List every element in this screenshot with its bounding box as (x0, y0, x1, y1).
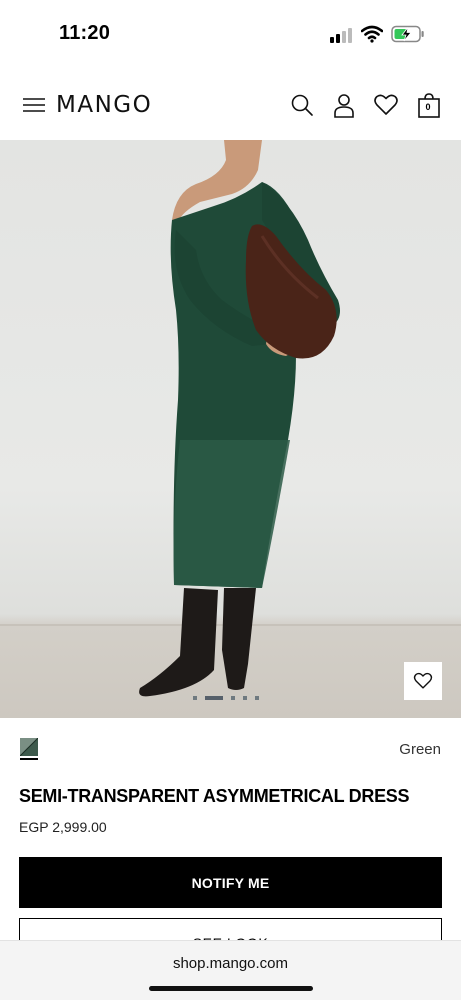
brand-logo[interactable]: MANGO (56, 92, 152, 118)
product-price: EGP 2,999.00 (19, 819, 107, 835)
gallery-dot-active[interactable] (205, 696, 223, 700)
battery-charging-icon (391, 25, 424, 43)
status-time: 11:20 (59, 22, 111, 44)
add-to-favorites-button[interactable] (404, 662, 442, 700)
product-photo (139, 140, 340, 697)
status-bar: 11:20 (0, 0, 461, 70)
color-swatch-green[interactable] (20, 738, 38, 756)
product-title: SEMI-TRANSPARENT ASYMMETRICAL DRESS (19, 786, 410, 806)
swatch-selected-indicator (20, 758, 38, 760)
wifi-icon (361, 25, 383, 43)
url-text[interactable]: shop.mango.com (0, 955, 461, 972)
browser-address-bar[interactable]: shop.mango.com (0, 940, 461, 1000)
notify-me-button[interactable]: NOTIFY ME (19, 857, 442, 908)
selected-color-name: Green (399, 741, 441, 758)
home-indicator (149, 986, 313, 991)
search-icon[interactable] (289, 92, 315, 118)
heart-outline-icon (413, 672, 433, 689)
menu-icon[interactable] (22, 96, 46, 114)
cellular-signal-icon (330, 28, 352, 43)
bag-count-badge: 0 (425, 102, 431, 112)
site-header: MANGO 0 (0, 82, 461, 128)
gallery-dot[interactable] (255, 696, 259, 700)
gallery-dot[interactable] (193, 696, 197, 700)
user-icon[interactable] (331, 92, 357, 118)
gallery-dot[interactable] (231, 696, 235, 700)
heart-icon[interactable] (373, 92, 399, 118)
gallery-dot[interactable] (243, 696, 247, 700)
gallery-pagination (193, 696, 259, 700)
product-image-gallery[interactable] (0, 140, 461, 718)
